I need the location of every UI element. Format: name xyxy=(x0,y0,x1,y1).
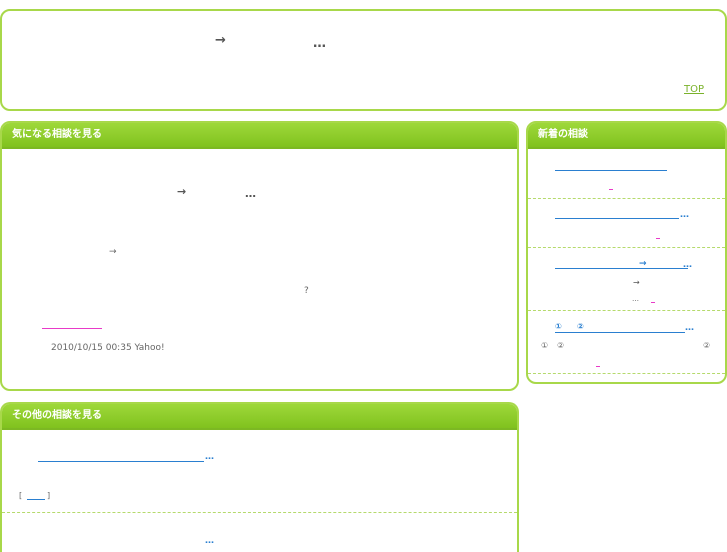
new-item-arrow: → xyxy=(639,259,646,269)
new-item-author-link[interactable] xyxy=(651,302,655,303)
featured-small-arrow: → xyxy=(109,247,117,257)
new-consultations-panel: 新着の相談 … → … → … ① ② … ① ② ② xyxy=(526,121,727,384)
featured-ellipsis: … xyxy=(245,187,256,200)
new-item-ellipsis: … xyxy=(680,210,689,220)
new-item-link[interactable] xyxy=(555,218,679,219)
new-item-sub-arrow: → xyxy=(633,278,640,287)
new-item-ellipsis: … xyxy=(683,260,692,270)
other-item-bracket-open: [ xyxy=(19,491,23,500)
new-item-num2: ② xyxy=(577,322,584,331)
header-arrow: → xyxy=(215,33,226,48)
new-item-author-link[interactable] xyxy=(656,238,660,239)
new-item-link[interactable] xyxy=(555,170,667,171)
new-item-sub-num2: ② xyxy=(557,341,565,350)
new-item-sub-num1: ① xyxy=(541,341,549,350)
new-item-link[interactable] xyxy=(555,268,688,269)
other-consultations-panel: その他の相談を見る … [ ] … xyxy=(0,402,519,552)
other-item-link[interactable] xyxy=(38,461,204,462)
item-divider xyxy=(528,198,725,199)
item-divider xyxy=(2,512,517,513)
new-panel-title: 新着の相談 xyxy=(528,123,725,149)
featured-panel-title: 気になる相談を見る xyxy=(2,123,517,149)
header-ellipsis: … xyxy=(313,36,326,51)
featured-arrow: → xyxy=(177,185,187,198)
new-item-link[interactable] xyxy=(555,332,685,333)
other-item-bracket-close: ] xyxy=(47,491,51,500)
new-item-num1: ① xyxy=(555,322,562,331)
new-item-sub-dots: … xyxy=(632,295,639,303)
featured-consultation-panel: 気になる相談を見る → … → ? 2010/10/15 00:35 Yahoo… xyxy=(0,121,519,391)
item-divider xyxy=(528,310,725,311)
other-item-ellipsis: … xyxy=(205,452,214,462)
new-item-sub-num3: ② xyxy=(703,341,711,350)
item-divider xyxy=(528,373,725,374)
other-panel-title: その他の相談を見る xyxy=(2,404,517,430)
item-divider xyxy=(528,247,725,248)
header-panel: → … TOP xyxy=(0,9,727,111)
new-item-author-link[interactable] xyxy=(596,366,600,367)
new-item-author-link[interactable] xyxy=(609,189,613,190)
other-item-category-link[interactable] xyxy=(27,499,45,500)
top-link[interactable]: TOP xyxy=(684,84,704,95)
featured-timestamp: 2010/10/15 00:35 Yahoo! xyxy=(51,343,165,353)
featured-author-link[interactable] xyxy=(42,328,102,329)
new-item-ellipsis: … xyxy=(685,323,694,333)
featured-question-mark: ? xyxy=(304,286,309,296)
